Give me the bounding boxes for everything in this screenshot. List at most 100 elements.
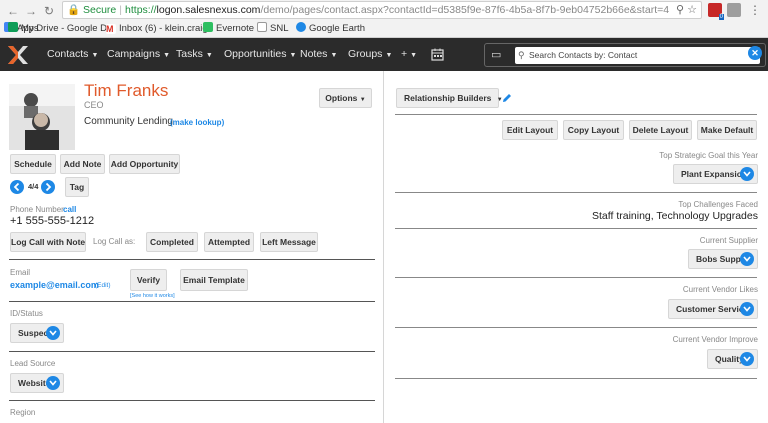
search-container: ▭ ⚲ Search Contacts by: Contact ✕ (484, 43, 766, 67)
gmail-icon: M (106, 24, 116, 34)
copy-layout-button[interactable]: Copy Layout (563, 120, 624, 140)
left-message-button[interactable]: Left Message (260, 232, 318, 252)
vendor-likes-label: Current Vendor Likes (682, 285, 758, 294)
salesnexus-logo-icon[interactable] (6, 43, 30, 67)
divider (395, 327, 757, 328)
nav-label: Tasks (176, 48, 203, 60)
edit-pencil-icon[interactable] (502, 93, 512, 103)
layout-select[interactable]: Relationship Builders ▼ (396, 88, 503, 108)
menu-icon[interactable]: ⋮ (748, 3, 762, 17)
bookmark-inbox[interactable]: M Inbox (6) - klein.craig (106, 20, 208, 37)
goal-value: Plant Expansion (681, 169, 748, 179)
bookmark-evernote[interactable]: Evernote (203, 20, 254, 37)
bookmark-label: SNL (270, 23, 289, 34)
bookmark-earth[interactable]: Google Earth (296, 20, 365, 37)
lead-source-select[interactable]: Website (10, 373, 64, 393)
nav-label: Notes (300, 48, 328, 60)
divider (395, 378, 757, 379)
edit-layout-button[interactable]: Edit Layout (502, 120, 558, 140)
vendor-improve-select[interactable]: Quality (707, 349, 758, 369)
nav-label: Campaigns (107, 48, 161, 60)
vendor-likes-select[interactable]: Customer Service (668, 299, 758, 319)
bookmark-drive[interactable]: My Drive - Google Dri (8, 20, 112, 37)
supplier-select[interactable]: Bobs Supply (688, 249, 758, 269)
bookmark-label: My Drive - Google Dri (21, 23, 113, 34)
page-icon (257, 22, 267, 32)
completed-button[interactable]: Completed (146, 232, 198, 252)
email-link[interactable]: example@email.com (10, 280, 99, 290)
search-input[interactable]: ⚲ Search Contacts by: Contact (515, 47, 760, 64)
email-template-button[interactable]: Email Template (180, 269, 248, 291)
secure-label: Secure (83, 4, 117, 16)
divider (395, 192, 757, 193)
make-default-button[interactable]: Make Default (697, 120, 757, 140)
drive-icon (8, 22, 18, 32)
call-link[interactable]: call (63, 205, 76, 214)
extension-icon[interactable]: 0 (708, 3, 724, 20)
previous-contact-icon[interactable] (10, 180, 24, 194)
star-icon[interactable]: ☆ (687, 4, 697, 16)
bookmark-snl[interactable]: SNL (257, 20, 288, 37)
delete-layout-button[interactable]: Delete Layout (629, 120, 692, 140)
see-how-it-works-link[interactable]: [See how it works] (130, 293, 175, 299)
contact-title: CEO (84, 100, 104, 110)
schedule-button[interactable]: Schedule (10, 154, 56, 174)
divider (9, 259, 375, 260)
calendar-icon[interactable] (431, 48, 444, 61)
goal-label: Top Strategic Goal this Year (659, 151, 758, 160)
reload-icon[interactable]: ↻ (42, 4, 56, 18)
nav-add[interactable]: + ▼ (401, 38, 417, 71)
nav-tasks[interactable]: Tasks ▼ (176, 38, 213, 71)
back-icon[interactable]: ← (6, 4, 20, 18)
nav-campaigns[interactable]: Campaigns ▼ (107, 38, 170, 71)
zoom-icon[interactable]: ⚲ (676, 4, 684, 16)
url-host: logon.salesnexus.com (156, 4, 261, 16)
options-label: Options (325, 93, 358, 103)
verify-button[interactable]: Verify (130, 269, 167, 291)
bookmark-label: Evernote (216, 23, 255, 34)
options-button[interactable]: Options ▼ (319, 88, 372, 108)
extension-2-icon[interactable] (727, 3, 741, 17)
nav-groups[interactable]: Groups ▼ (348, 38, 392, 71)
make-lookup-link[interactable]: (make lookup) (170, 118, 224, 127)
attempted-button[interactable]: Attempted (204, 232, 254, 252)
nav-opportunities[interactable]: Opportunities ▼ (224, 38, 296, 71)
goal-select[interactable]: Plant Expansion (673, 164, 758, 184)
contact-panel: Tim Franks CEO Community Lending (make l… (0, 71, 383, 423)
challenges-label: Top Challenges Faced (678, 200, 758, 209)
url-protocol: https:// (125, 4, 157, 16)
nav-notes[interactable]: Notes ▼ (300, 38, 337, 71)
forward-icon[interactable]: → (24, 4, 38, 18)
nav-label: Contacts (47, 48, 89, 60)
inbox-tray-icon[interactable]: ▭ (491, 48, 505, 62)
chevron-down-icon (740, 352, 754, 366)
vendor-improve-label: Current Vendor Improve (672, 335, 758, 344)
chevron-down-icon: ▼ (359, 97, 366, 103)
layout-name: Relationship Builders (404, 93, 492, 103)
search-placeholder: Search Contacts by: Contact (529, 50, 638, 60)
divider (9, 301, 375, 302)
add-opportunity-button[interactable]: Add Opportunity (109, 154, 180, 174)
nav-label: Opportunities (224, 48, 287, 60)
id-status-select[interactable]: Suspect (10, 323, 64, 343)
contact-name: Tim Franks (84, 81, 169, 100)
log-call-with-note-button[interactable]: Log Call with Note (10, 232, 86, 252)
custom-fields-panel: Relationship Builders ▼ Edit Layout Copy… (384, 71, 768, 423)
next-contact-icon[interactable] (41, 180, 55, 194)
clear-search-icon[interactable]: ✕ (748, 46, 762, 60)
address-bar[interactable]: 🔒 Secure | https://logon.salesnexus.com/de… (62, 1, 702, 19)
email-edit-link[interactable]: (Edit) (95, 282, 111, 289)
add-note-button[interactable]: Add Note (60, 154, 105, 174)
chevron-down-icon (740, 252, 754, 266)
phone-label: Phone Number (10, 205, 64, 214)
log-call-as-label: Log Call as: (93, 237, 136, 246)
divider (9, 351, 375, 352)
globe-icon (296, 22, 306, 32)
url-path: /demo/pages/contact.aspx?contactId=d5385… (260, 4, 670, 16)
search-icon: ⚲ (518, 50, 525, 60)
vendor-likes-value: Customer Service (676, 304, 749, 314)
challenges-value: Staff training, Technology Upgrades (592, 210, 758, 222)
nav-contacts[interactable]: Contacts ▼ (47, 38, 98, 71)
tag-button[interactable]: Tag (65, 177, 89, 197)
bookmark-label: Inbox (6) - klein.craig (119, 23, 208, 34)
